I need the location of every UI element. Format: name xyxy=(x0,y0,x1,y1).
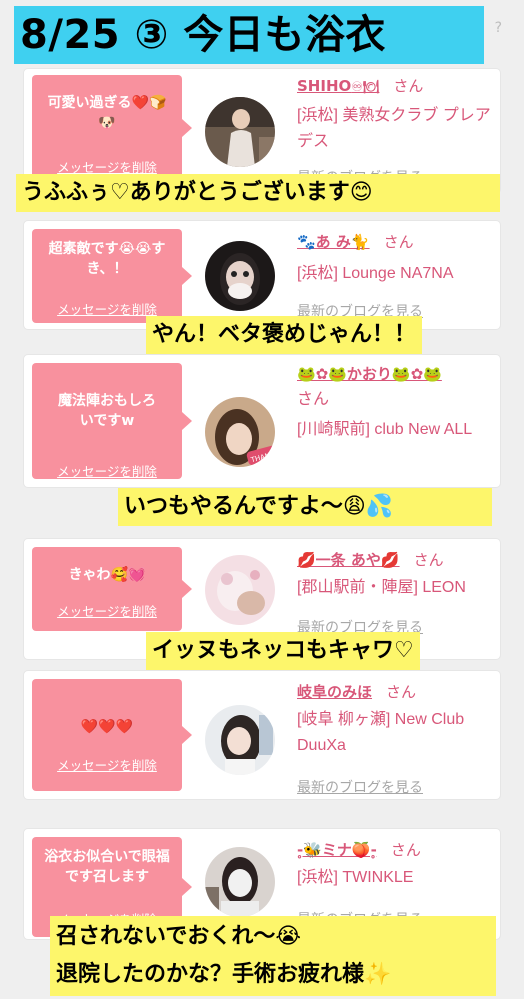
avatar[interactable] xyxy=(205,97,275,167)
shop-name: [浜松] Lounge NA7NA xyxy=(297,265,454,282)
shop-name: [郡山駅前・陣屋] LEON xyxy=(297,579,466,596)
comment-overlay-line: 退院したのかな？手術お疲れ様✨ xyxy=(56,962,392,987)
message-text: 可愛い過ぎる❤️🍞🐶 xyxy=(47,95,167,132)
message-card: 超素敵です😭😭すき、！ メッセージを削除 🐾あ み🐈 さん [浜松] Lounge… xyxy=(23,220,501,330)
message-text: 超素敵です😭😭すき、！ xyxy=(48,241,166,278)
comment-overlay: イッヌもネッコもキャワ♡ xyxy=(146,632,420,670)
help-icon[interactable]: ? xyxy=(495,20,502,36)
girl-name-link[interactable]: SHIHO♾🍽 さん xyxy=(297,77,423,96)
avatar[interactable] xyxy=(205,847,275,917)
girl-name-link[interactable]: 💋一条 あや💋 さん xyxy=(297,551,444,569)
message-card: 魔法陣おもしろいですw メッセージを削除 THANK 🐸✿🐸かおり🐸✿🐸 さん … xyxy=(23,354,501,488)
avatar[interactable] xyxy=(205,241,275,311)
girl-name-link[interactable]: 岐阜のみほ さん xyxy=(297,683,416,701)
girl-name-link[interactable]: 🐾あ み🐈 さん xyxy=(297,233,414,251)
message-bubble: 魔法陣おもしろいですw メッセージを削除 xyxy=(32,363,192,481)
delete-message-link[interactable]: メッセージを削除 xyxy=(32,757,182,775)
shop-name: [浜松] TWINKLE xyxy=(297,869,414,886)
delete-message-link[interactable]: メッセージを削除 xyxy=(32,463,182,481)
message-text: 浴衣お似合いで眼福です召します xyxy=(44,849,170,886)
avatar[interactable] xyxy=(205,705,275,775)
suffix-san: さん xyxy=(297,391,330,408)
comment-overlay: うふふぅ♡ありがとうございます😊 xyxy=(16,174,500,212)
message-text: ❤️❤️❤️ xyxy=(80,719,134,735)
page-title: 8/25 ③ 今日も浴衣 xyxy=(14,6,484,64)
message-card: ❤️❤️❤️ メッセージを削除 岐阜のみほ さん [岐阜 柳ヶ瀬] New Clu… xyxy=(23,670,501,800)
avatar[interactable] xyxy=(205,555,275,625)
message-text: きゃわ🥰💓 xyxy=(68,567,146,583)
shop-name: [岐阜 柳ヶ瀬] New Club DuuXa xyxy=(297,711,465,754)
comment-overlay: 召されないでおくれ〜😭 退院したのかな？手術お疲れ様✨ xyxy=(50,916,496,996)
comment-overlay-line: 召されないでおくれ〜😭 xyxy=(56,924,302,949)
message-bubble: ❤️❤️❤️ メッセージを削除 xyxy=(32,679,192,791)
shop-name: [浜松] 美熟女クラブ プレアデス xyxy=(297,107,491,150)
message-bubble: 超素敵です😭😭すき、！ メッセージを削除 xyxy=(32,229,192,323)
comment-overlay: いつもやるんですよ〜😩💦 xyxy=(118,488,492,526)
message-text: 魔法陣おもしろいですw xyxy=(58,393,156,430)
girl-name-link[interactable]: ‐̥🐝ミナ🍑‐̥ さん xyxy=(297,841,421,859)
comment-overlay: やん！ベタ褒めじゃん！！ xyxy=(146,316,423,354)
avatar[interactable]: THANK xyxy=(205,397,275,467)
delete-message-link[interactable]: メッセージを削除 xyxy=(32,603,182,621)
girl-name-link[interactable]: 🐸✿🐸かおり🐸✿🐸 xyxy=(297,365,442,383)
message-bubble: きゃわ🥰💓 メッセージを削除 xyxy=(32,547,192,631)
message-bubble: 可愛い過ぎる❤️🍞🐶 メッセージを削除 xyxy=(32,75,192,181)
shop-name: [川崎駅前] club New ALL xyxy=(297,421,473,438)
latest-blog-link[interactable]: 最新のブログを見る xyxy=(297,777,423,797)
